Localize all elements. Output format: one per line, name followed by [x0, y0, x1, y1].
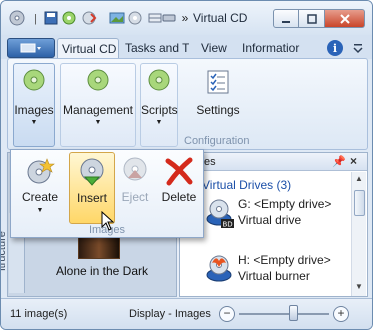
- eject-button[interactable]: Eject: [115, 152, 155, 224]
- zoom-slider-thumb[interactable]: [288, 305, 298, 321]
- title-bar: | » Virtual CD: [1, 1, 372, 35]
- drives-pane: es 📌 × Virtual Drives (3) BD G: <Empty d…: [179, 152, 368, 297]
- app-window: | » Virtual CD Virtual CD Tasks and T Vi…: [0, 0, 373, 330]
- close-icon: [339, 13, 350, 24]
- window-title: Virtual CD: [193, 11, 248, 25]
- management-button[interactable]: Management ▼: [60, 63, 136, 147]
- display-mode: Display - Images: [129, 308, 211, 320]
- delete-button[interactable]: Delete: [157, 152, 201, 224]
- drive-type: Virtual drive: [238, 213, 302, 227]
- close-icon[interactable]: ×: [350, 154, 357, 168]
- scripts-button-label: Scripts: [141, 103, 178, 117]
- eject-icon[interactable]: [127, 10, 143, 26]
- tab-tasks[interactable]: Tasks and T: [121, 38, 189, 59]
- maximize-button[interactable]: [299, 9, 325, 28]
- scroll-down-icon[interactable]: ▼: [355, 282, 363, 291]
- scroll-thumb[interactable]: [354, 190, 365, 216]
- virtual-drives-section[interactable]: Virtual Drives (3): [202, 178, 291, 192]
- zoom-slider-track[interactable]: [239, 313, 329, 315]
- create-button-label: Create: [21, 190, 59, 204]
- tab-virtual-cd[interactable]: Virtual CD: [57, 38, 119, 59]
- drive-name: G: <Empty drive>: [238, 197, 332, 211]
- burner-drive-icon: [206, 255, 232, 282]
- application-menu-button[interactable]: [7, 38, 55, 58]
- scroll-up-icon[interactable]: ▲: [355, 174, 363, 183]
- drive-item[interactable]: BD G: <Empty drive> Virtual drive: [202, 197, 352, 235]
- undo-icon[interactable]: [61, 10, 77, 26]
- disc-icon: [148, 69, 170, 91]
- chevron-down-icon: ▼: [30, 119, 38, 126]
- bd-badge: BD: [223, 221, 233, 229]
- management-button-label: Management: [62, 103, 134, 117]
- help-icon[interactable]: i: [327, 40, 343, 56]
- tab-information[interactable]: Informatior: [238, 38, 308, 59]
- chevron-down-icon: ▼: [36, 207, 44, 214]
- eject-disc-icon: [123, 157, 147, 181]
- delete-x-icon: [165, 157, 193, 186]
- image-icon[interactable]: [109, 10, 125, 26]
- minimize-button[interactable]: [273, 9, 299, 28]
- scripts-button[interactable]: Scripts ▼: [140, 63, 178, 147]
- tab-view[interactable]: View: [197, 38, 233, 59]
- images-button[interactable]: Images ▼: [13, 63, 55, 147]
- ribbon-group-label: Configuration: [184, 135, 250, 147]
- settings-list-icon: [207, 70, 229, 94]
- app-disc-icon[interactable]: [9, 10, 25, 26]
- minimize-ribbon-icon[interactable]: [351, 42, 365, 56]
- vertical-scrollbar[interactable]: ▲ ▼: [351, 172, 366, 296]
- maximize-icon: [306, 13, 317, 24]
- status-bar: 11 image(s) Display - Images − +: [1, 298, 372, 329]
- minimize-icon: [282, 20, 290, 23]
- image-count: 11 image(s): [10, 308, 68, 320]
- drive-type: Virtual burner: [238, 269, 310, 283]
- bd-drive-icon: BD: [206, 199, 234, 229]
- drives-pane-header: es 📌 ×: [180, 153, 367, 171]
- app-menu-icon: [20, 43, 41, 53]
- create-disc-icon: [27, 158, 55, 184]
- insert-disc-icon: [80, 158, 104, 186]
- pin-icon[interactable]: 📌: [332, 155, 346, 168]
- disc-icon[interactable]: [81, 10, 97, 26]
- create-button[interactable]: Create ▼: [15, 152, 65, 224]
- drive-item[interactable]: H: <Empty drive> Virtual burner: [202, 253, 352, 291]
- chevron-down-icon: ▼: [155, 119, 163, 126]
- ribbon-tab-row: Virtual CD Tasks and T View Informatior …: [1, 35, 372, 59]
- eject-button-label: Eject: [121, 190, 149, 204]
- insert-button-label: Insert: [76, 191, 107, 205]
- drives-pane-title: es: [204, 156, 216, 168]
- qa-more-icon[interactable]: »: [177, 10, 193, 26]
- chevron-down-icon: ▼: [94, 119, 102, 126]
- zoom-out-button[interactable]: −: [219, 306, 235, 322]
- save-icon[interactable]: [43, 10, 59, 26]
- images-button-label: Images: [14, 103, 54, 117]
- structure-side-tab-label: itructure: [0, 231, 8, 271]
- drive-icon[interactable]: [161, 10, 177, 26]
- close-button[interactable]: [325, 9, 365, 28]
- disc-icon: [87, 69, 109, 91]
- image-item-label[interactable]: Alone in the Dark: [32, 264, 172, 278]
- disc-icon: [23, 69, 45, 91]
- settings-button-label: Settings: [196, 103, 240, 117]
- mouse-cursor-icon: [101, 211, 115, 231]
- ribbon-panel: Images ▼ Management ▼ Scripts ▼ Settings: [7, 58, 368, 150]
- drive-name: H: <Empty drive>: [238, 253, 331, 267]
- game-thumbnail[interactable]: [78, 235, 120, 259]
- qa-separator: |: [34, 13, 37, 25]
- zoom-in-button[interactable]: +: [333, 306, 349, 322]
- delete-button-label: Delete: [161, 190, 197, 204]
